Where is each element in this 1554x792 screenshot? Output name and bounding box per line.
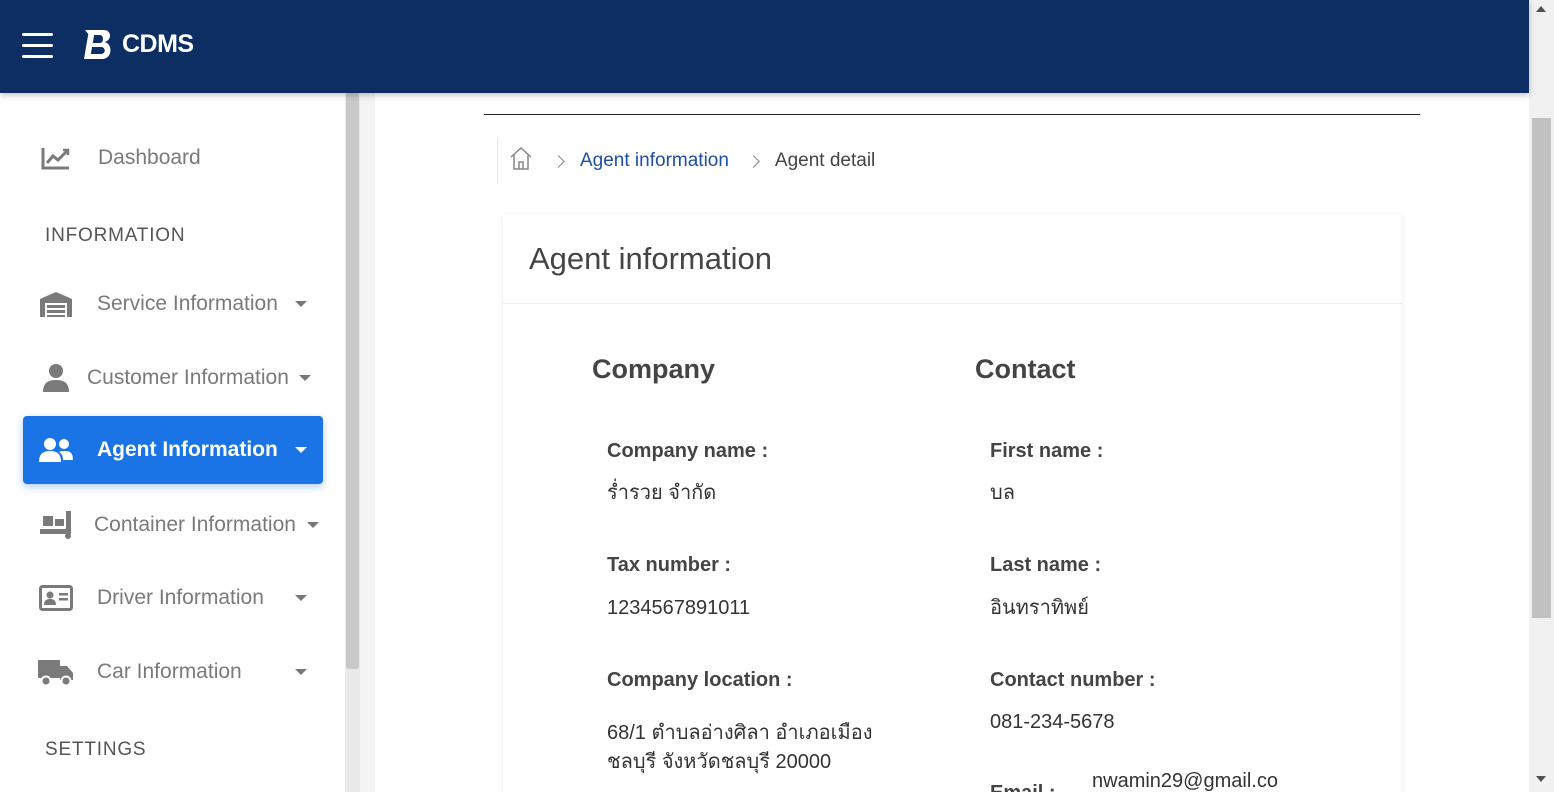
company-location-label: Company location :: [607, 669, 793, 691]
caret-down-icon: [295, 447, 307, 453]
contact-heading: Contact: [975, 354, 1076, 384]
id-card-icon: [37, 582, 75, 614]
caret-down-icon: [295, 595, 307, 601]
divider: [484, 114, 1420, 115]
sidebar-item-car-information[interactable]: Car Information: [23, 638, 323, 706]
window-scrollbar[interactable]: [1529, 0, 1554, 792]
sidebar-item-label: Customer Information: [87, 366, 289, 389]
warehouse-icon: [37, 288, 75, 320]
sidebar-item-label: Agent Information: [97, 438, 278, 461]
sidebar-item-container-information[interactable]: Container Information: [23, 491, 323, 559]
caret-down-icon: [295, 669, 307, 675]
sidebar-item-customer-information[interactable]: Customer Information: [23, 344, 323, 412]
caret-down-icon: [299, 375, 311, 381]
sidebar-item-dashboard[interactable]: Dashboard: [23, 124, 323, 192]
chart-line-icon: [37, 142, 75, 174]
scroll-up-arrow-icon[interactable]: [1536, 6, 1546, 12]
card-title: Agent information: [503, 214, 1402, 304]
top-navbar: CDMS: [0, 0, 1529, 93]
sidebar-item-label: Car Information: [97, 660, 242, 683]
company-heading: Company: [592, 354, 716, 384]
company-location-line2: ชลบุรี จังหวัดชลบุรี 20000: [607, 751, 832, 773]
email-value: nwamin29@gmail.co: [1092, 770, 1278, 792]
sidebar-item-label: Service Information: [97, 292, 278, 315]
first-name-value: บล: [990, 482, 1015, 504]
first-name-label: First name :: [990, 440, 1104, 462]
sidebar-item-driver-information[interactable]: Driver Information: [23, 564, 323, 632]
sidebar-item-label: Container Information: [94, 513, 296, 536]
main-content: Agent information Agent detail Agent inf…: [375, 93, 1529, 792]
truck-icon: [37, 656, 75, 688]
last-name-value: อินทราทิพย์: [990, 597, 1089, 619]
caret-down-icon: [295, 301, 307, 307]
company-name-value: ร่ำรวย จำกัด: [607, 482, 717, 504]
section-heading-settings: SETTINGS: [45, 739, 147, 760]
email-label: Email :: [990, 782, 1056, 792]
scroll-down-arrow-icon[interactable]: [1536, 776, 1546, 782]
agent-info-card: Agent information Company Company name :…: [503, 214, 1402, 792]
tax-number-label: Tax number :: [607, 554, 732, 576]
breadcrumb: Agent information Agent detail: [497, 138, 875, 184]
dolly-icon: [37, 509, 75, 541]
hamburger-menu-icon[interactable]: [22, 33, 53, 59]
breadcrumb-current: Agent detail: [774, 150, 876, 171]
breadcrumb-link-agent-information[interactable]: Agent information: [580, 150, 729, 172]
user-icon: [37, 362, 75, 394]
users-icon: [37, 434, 75, 466]
company-name-label: Company name :: [607, 440, 769, 462]
sidebar-item-agent-information[interactable]: Agent Information: [23, 416, 323, 484]
sidebar-item-label: Driver Information: [97, 586, 264, 609]
brand-logo[interactable]: CDMS: [82, 28, 194, 61]
contact-number-value: 081-234-5678: [990, 711, 1115, 733]
sidebar: Dashboard INFORMATION Service Informatio…: [0, 93, 345, 792]
brand-name: CDMS: [122, 30, 194, 58]
caret-down-icon: [307, 522, 319, 528]
section-heading-information: INFORMATION: [45, 225, 186, 246]
contact-number-label: Contact number :: [990, 669, 1156, 691]
cdms-logo-icon: [84, 30, 111, 59]
home-icon[interactable]: [508, 145, 534, 177]
window-scrollbar-thumb[interactable]: [1532, 118, 1551, 618]
chevron-right-icon: [747, 154, 760, 168]
sidebar-scrollbar-thumb[interactable]: [346, 93, 359, 669]
company-location-line1: 68/1 ตำบลอ่างศิลา อำเภอเมือง: [607, 722, 873, 744]
sidebar-item-label: Dashboard: [98, 146, 201, 169]
tax-number-value: 1234567891011: [607, 597, 751, 619]
sidebar-item-service-information[interactable]: Service Information: [23, 270, 323, 338]
sidebar-scrollbar[interactable]: [345, 93, 360, 792]
chevron-right-icon: [552, 154, 565, 168]
last-name-label: Last name :: [990, 554, 1102, 576]
